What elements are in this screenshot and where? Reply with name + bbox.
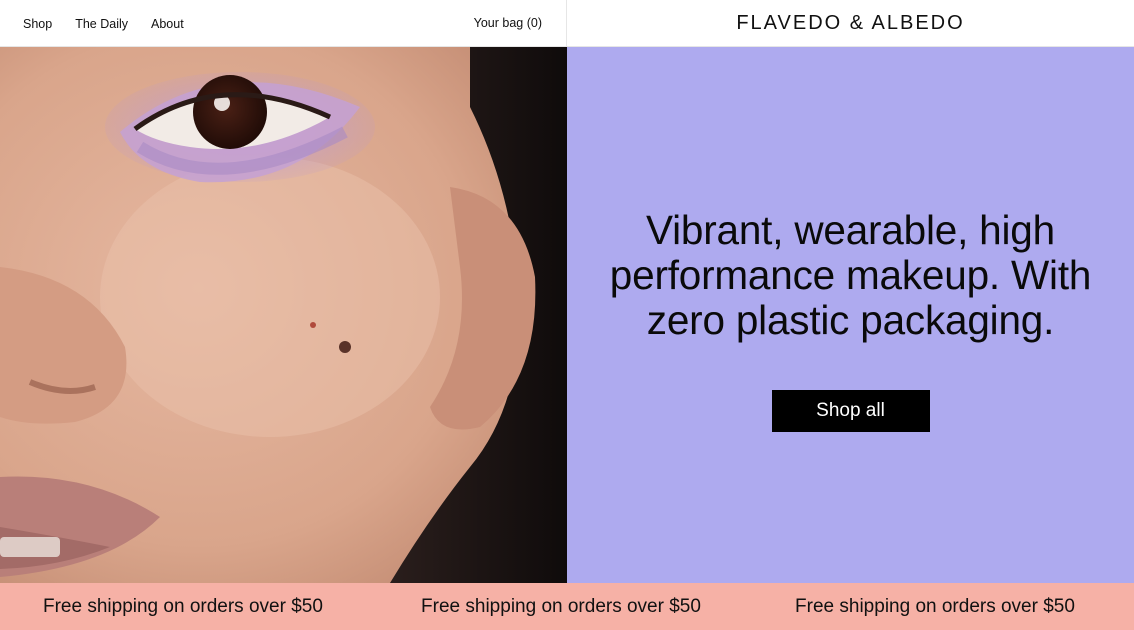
main-nav: Shop The Daily About	[23, 17, 207, 31]
hero-image	[0, 47, 567, 583]
header-nav-area: Shop The Daily About Your bag (0)	[0, 0, 567, 47]
hero-panel: Vibrant, wearable, high performance make…	[567, 47, 1134, 583]
brand-logo[interactable]: FLAVEDO & ALBEDO	[736, 12, 964, 35]
hero-headline: Vibrant, wearable, high performance make…	[609, 207, 1092, 343]
site-header: Shop The Daily About Your bag (0) FLAVED…	[0, 0, 1134, 47]
banner-text: Free shipping on orders over $50	[421, 595, 701, 617]
banner-text: Free shipping on orders over $50	[43, 595, 323, 617]
nav-item-about[interactable]: About	[151, 17, 184, 31]
your-bag-link[interactable]: Your bag (0)	[474, 16, 542, 30]
logo-area: FLAVEDO & ALBEDO	[567, 0, 1134, 47]
nav-item-shop[interactable]: Shop	[23, 17, 52, 31]
face-photo	[0, 47, 567, 583]
shipping-banner: Free shipping on orders over $50 Free sh…	[0, 583, 1134, 630]
nav-item-the-daily[interactable]: The Daily	[75, 17, 128, 31]
hero-section: Vibrant, wearable, high performance make…	[0, 47, 1134, 583]
shop-all-button[interactable]: Shop all	[771, 390, 930, 432]
banner-text: Free shipping on orders over $50	[795, 595, 1075, 617]
